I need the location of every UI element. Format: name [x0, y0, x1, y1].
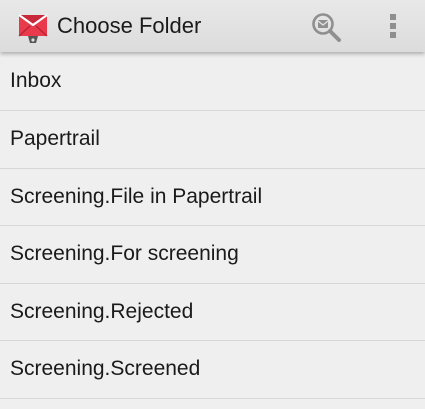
folder-label: Screening.Screened [10, 357, 201, 381]
folder-item-papertrail[interactable]: Papertrail [0, 111, 425, 169]
action-bar: Choose Folder [0, 0, 425, 52]
folder-label: Screening.For screening [10, 242, 239, 266]
folder-item-screening-rejected[interactable]: Screening.Rejected [0, 284, 425, 341]
folder-label: Inbox [10, 69, 62, 92]
page-title: Choose Folder [57, 13, 202, 38]
folder-label: Screening.Rejected [10, 299, 194, 323]
folder-item-inbox[interactable]: Inbox [0, 52, 425, 111]
folder-label: Papertrail [10, 127, 100, 151]
search-folder-icon [312, 13, 341, 42]
overflow-menu-button[interactable] [378, 6, 408, 46]
folder-item-screening-screened[interactable]: Screening.Screened [0, 341, 425, 399]
search-button[interactable] [305, 6, 345, 46]
folder-list: Inbox Papertrail Screening.File in Paper… [0, 52, 425, 409]
app-logo-icon[interactable] [16, 9, 50, 45]
folder-label: Screening.File in Papertrail [10, 184, 263, 208]
folder-item-screening-for-screening[interactable]: Screening.For screening [0, 226, 425, 284]
folder-item-screening-file-in-papertrail[interactable]: Screening.File in Papertrail [0, 169, 425, 226]
